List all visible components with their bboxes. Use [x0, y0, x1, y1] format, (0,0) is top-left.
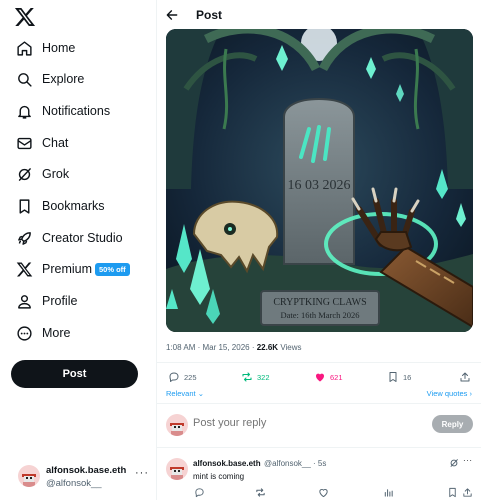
comment-text: mint is coming [193, 472, 245, 481]
envelope-icon [17, 137, 32, 150]
sidebar-item-more[interactable]: More [0, 318, 157, 348]
sidebar-item-label: Profile [42, 294, 78, 308]
sidebar-item-label: More [42, 326, 71, 340]
reply-input[interactable] [193, 417, 393, 429]
share-icon[interactable] [462, 487, 473, 498]
share-action[interactable] [459, 370, 471, 384]
reply-button[interactable]: Reply [432, 415, 473, 433]
share-icon [460, 372, 470, 382]
repost-action[interactable]: 322 [241, 370, 270, 384]
more-circle-icon [17, 326, 32, 341]
discount-badge: 50% off [95, 263, 130, 276]
sidebar-item-notifications[interactable]: Notifications [0, 96, 157, 126]
account-name: alfonsok.base.eth [46, 465, 127, 476]
search-icon [18, 73, 32, 87]
sidebar-item-profile[interactable]: Profile [0, 286, 157, 316]
bookmark-icon[interactable] [447, 487, 458, 498]
view-quotes-label: View quotes [426, 389, 468, 398]
divider [157, 403, 481, 404]
sidebar-item-label: Premium [42, 262, 93, 276]
view-quotes-link[interactable]: View quotes › [427, 389, 472, 398]
reply-icon[interactable] [194, 487, 205, 498]
reply-icon [169, 372, 179, 382]
post-meta: 1:08 AM · Mar 15, 2026 · 22.6K Views [166, 343, 302, 352]
reply-action[interactable]: 225 [168, 370, 197, 384]
comment-author-name[interactable]: alfonsok.base.eth [193, 459, 261, 468]
home-icon [17, 41, 32, 56]
bell-icon [18, 105, 31, 119]
sidebar-item-label: Creator Studio [42, 231, 123, 245]
sidebar-item-label: Explore [42, 72, 85, 86]
chevron-right-icon: › [469, 389, 473, 398]
sidebar-item-chat[interactable]: Chat [0, 128, 157, 158]
more-icon[interactable]: ··· [135, 467, 149, 479]
sidebar-item-bookmarks[interactable]: Bookmarks [0, 191, 157, 221]
avatar [18, 465, 40, 487]
post-detail: Post 16 03 2026 CRYPTKING CLAWS Date: 16… [157, 0, 481, 500]
banner-title: CRYPTKING CLAWS [273, 297, 366, 308]
x-logo-icon[interactable] [14, 6, 36, 28]
bookmark-icon [19, 199, 30, 214]
views-label: Views [280, 343, 302, 352]
sidebar-item-label: Chat [42, 136, 69, 150]
sidebar-item-home[interactable]: Home [0, 33, 157, 63]
bookmark-icon [389, 372, 397, 382]
person-icon [18, 295, 31, 309]
post-timestamp[interactable]: 1:08 AM · Mar 15, 2026 · [166, 343, 257, 352]
account-switcher[interactable]: alfonsok.base.eth @alfonsok__ ··· [14, 460, 154, 492]
bookmark-count: 16 [403, 372, 412, 382]
sidebar: Home Explore Notifications Chat Grok Boo… [0, 0, 157, 500]
rocket-icon [18, 232, 31, 245]
back-arrow-icon[interactable] [165, 8, 179, 22]
chevron-down-icon: ⌄ [197, 389, 204, 398]
header: Post [157, 0, 481, 28]
avatar[interactable] [166, 458, 188, 480]
sidebar-item-label: Notifications [42, 104, 111, 118]
divider [157, 447, 481, 448]
x-logo-icon [16, 262, 33, 277]
repost-icon[interactable] [255, 487, 266, 498]
tombstone-date: 16 03 2026 [288, 178, 351, 193]
sidebar-item-premium[interactable]: Premium 50% off [0, 254, 157, 284]
bookmark-action[interactable]: 16 [387, 370, 411, 384]
repost-icon [242, 372, 252, 382]
like-action[interactable]: 621 [314, 370, 343, 384]
views-icon[interactable] [383, 487, 394, 498]
more-icon[interactable]: ··· [463, 456, 473, 465]
sidebar-item-explore[interactable]: Explore [0, 64, 157, 94]
repost-count: 322 [257, 372, 270, 382]
post-image[interactable]: 16 03 2026 CRYPTKING CLAWS Date: 16th Ma… [166, 29, 473, 332]
comment-author-handle[interactable]: @alfonsok__ · 5s [264, 459, 326, 468]
divider [157, 362, 481, 363]
reply-count: 225 [184, 372, 197, 382]
page-title: Post [196, 8, 223, 22]
post-button[interactable]: Post [11, 360, 138, 388]
sidebar-item-label: Bookmarks [42, 199, 105, 213]
sidebar-item-label: Home [42, 41, 76, 55]
sidebar-item-label: Grok [42, 167, 70, 181]
avatar [166, 414, 188, 436]
grok-icon[interactable] [449, 458, 459, 468]
heart-icon [315, 373, 325, 382]
heart-icon[interactable] [318, 487, 329, 498]
grok-icon [18, 168, 31, 181]
sidebar-item-creator-studio[interactable]: Creator Studio [0, 223, 157, 253]
sort-relevant-dropdown[interactable]: Relevant ⌄ [166, 389, 204, 398]
sidebar-item-grok[interactable]: Grok [0, 159, 157, 189]
like-count: 621 [330, 372, 343, 382]
banner-date: Date: 16th March 2026 [280, 310, 359, 320]
account-handle: @alfonsok__ [46, 478, 102, 489]
sort-label: Relevant [166, 389, 196, 398]
views-count: 22.6K [256, 343, 279, 352]
